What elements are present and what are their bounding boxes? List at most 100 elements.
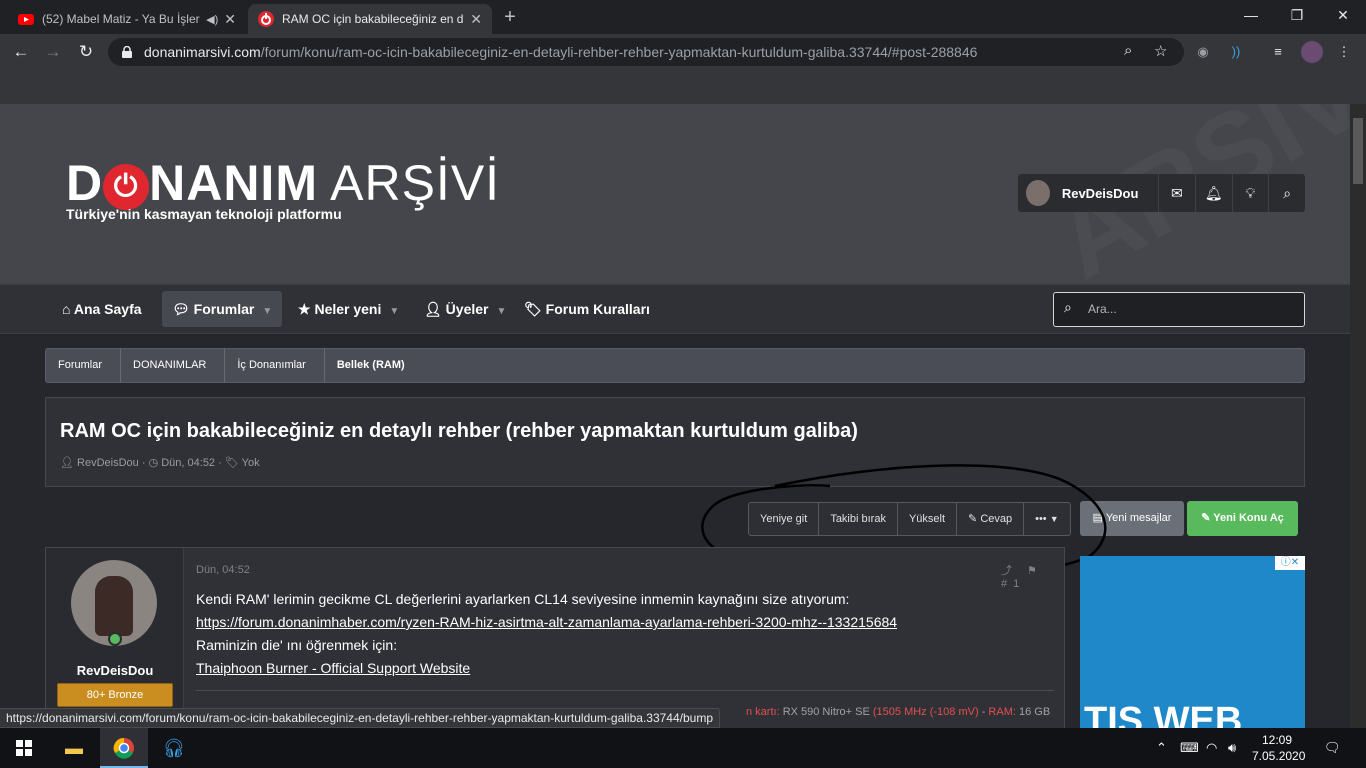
divider: [196, 690, 1054, 691]
windows-start-icon[interactable]: [0, 728, 48, 768]
envelope-icon[interactable]: ✉: [1158, 174, 1195, 212]
chevron-down-icon[interactable]: ▼: [496, 306, 506, 317]
lock-icon: [122, 46, 132, 58]
chevron-down-icon[interactable]: ▼: [389, 306, 399, 317]
nav-label: Neler yeni: [314, 301, 382, 317]
keyboard-icon[interactable]: ⌨: [1180, 728, 1199, 768]
nav-home[interactable]: ⌂ Ana Sayfa: [52, 291, 152, 327]
menu-dots-icon[interactable]: ⋮: [1334, 42, 1354, 62]
chrome-icon[interactable]: [100, 728, 148, 768]
new-topic-button[interactable]: ✎ Yeni Konu Aç: [1187, 501, 1298, 536]
post-date[interactable]: Dün, 04:52: [196, 564, 250, 576]
avatar[interactable]: [1026, 180, 1050, 206]
site-logo[interactable]: D ⏻ NANIM ARŞİVİ Türkiye'nin kasmayan tekn…: [66, 154, 500, 222]
user-menu: RevDeisDou ✉ 🔔︎ 💡︎ ⌕: [1018, 174, 1305, 212]
extension-wave-icon[interactable]: )): [1226, 42, 1246, 62]
online-indicator: [108, 632, 122, 646]
scrollbar-thumb[interactable]: [1353, 118, 1363, 184]
search-input[interactable]: Ara...: [1053, 292, 1305, 327]
clock-icon: ◷: [148, 457, 159, 469]
tab-active[interactable]: RAM OC için bakabileceğiniz en d ✕: [248, 4, 492, 34]
thread-date[interactable]: Dün, 04:52: [161, 457, 215, 469]
taskbar: ▬ 🎧︎ ⌃ ⌨ ◠ 🔊︎ 12:09 7.05.2020 🗨︎: [0, 728, 1366, 768]
user-icon: 👤︎: [60, 457, 74, 469]
post-link[interactable]: https://forum.donanimhaber.com/ryzen-RAM…: [196, 614, 897, 630]
user-icon: 👤︎: [424, 301, 446, 317]
nav-members[interactable]: 👤︎ Üyeler ▼: [414, 291, 516, 327]
forward-arrow-icon[interactable]: →: [42, 41, 64, 63]
power-icon: ⏻: [103, 164, 150, 210]
breadcrumb-item-current[interactable]: Bellek (RAM): [325, 349, 423, 382]
youtube-icon: [18, 14, 34, 25]
post-user-panel: RevDeisDou 80+ Bronze: [46, 548, 184, 728]
maximize-button[interactable]: ❐: [1274, 0, 1320, 30]
file-explorer-icon[interactable]: ▬: [50, 728, 98, 768]
search-icon[interactable]: ⌕: [1268, 174, 1305, 212]
ad-info-close-icon[interactable]: ⓘ✕: [1275, 556, 1305, 570]
audio-icon[interactable]: ◀): [206, 13, 218, 26]
media-control-icon[interactable]: ≡: [1268, 42, 1288, 62]
system-clock[interactable]: 12:09 7.05.2020: [1252, 732, 1306, 764]
profile-avatar[interactable]: [1301, 41, 1323, 63]
post-link[interactable]: Thaiphoon Burner - Official Support Webs…: [196, 660, 470, 676]
minimize-button-2[interactable]: —: [1228, 0, 1274, 30]
post-body: Kendi RAM' lerimin gecikme CL değerlerin…: [196, 588, 1056, 680]
nav-rules[interactable]: 🏷︎ Forum Kuralları: [514, 291, 660, 327]
bell-icon[interactable]: 🔔︎: [1194, 174, 1232, 212]
browser-tab-strip: (52) Mabel Matiz - Ya Bu İşler ◀) ✕ RAM …: [0, 0, 1366, 34]
scrollbar[interactable]: [1350, 104, 1366, 728]
nav-label: Forumlar: [193, 301, 255, 317]
chevron-up-icon[interactable]: ⌃: [1156, 728, 1167, 768]
site-header: ARŞİVİ D ⏻ NANIM ARŞİVİ Türkiye'nin kasmay…: [0, 104, 1350, 284]
thread-meta: 👤︎ RevDeisDou · ◷ Dün, 04:52 · 🏷︎ Yok: [60, 457, 260, 469]
thread-tags: Yok: [241, 457, 260, 469]
lightbulb-icon[interactable]: 💡︎: [1231, 174, 1269, 212]
tag-icon: 🏷︎: [524, 301, 546, 317]
post-text: Kendi RAM' lerimin gecikme CL değerlerin…: [196, 591, 850, 607]
home-icon: ⌂: [62, 301, 74, 317]
page-content: ARŞİVİ D ⏻ NANIM ARŞİVİ Türkiye'nin kasmay…: [0, 104, 1350, 728]
new-topic-label: Yeni Konu Aç: [1213, 512, 1284, 524]
logo-word: NANIM: [149, 155, 318, 211]
tab-close-icon[interactable]: ✕: [224, 11, 236, 28]
zoom-icon[interactable]: ⌕: [1124, 42, 1132, 59]
nav-whats-new[interactable]: ★ Neler yeni ▼: [288, 291, 409, 327]
search-icon: ⌕: [1064, 299, 1072, 315]
comments-icon: 💬︎: [172, 301, 194, 317]
wifi-icon[interactable]: ◠: [1206, 728, 1217, 768]
username[interactable]: RevDeisDou: [1062, 186, 1158, 201]
url-host: donanimarsivi.com: [144, 44, 261, 60]
post-author[interactable]: RevDeisDou: [46, 663, 184, 678]
advertisement[interactable]: ⓘ✕ TIS WEB: [1080, 556, 1305, 728]
thread-author[interactable]: RevDeisDou: [77, 457, 139, 469]
headset-app-icon[interactable]: 🎧︎: [150, 728, 198, 768]
post: RevDeisDou 80+ Bronze Dün, 04:52 ⤴ ⚑ #1 …: [45, 547, 1065, 728]
post-share-icons[interactable]: ⤴ ⚑ #1: [1001, 562, 1064, 590]
tags-icon: 🏷︎: [224, 457, 239, 469]
breadcrumb-item[interactable]: DONANIMLAR: [121, 349, 226, 382]
notifications-icon[interactable]: 🗨︎: [1324, 728, 1341, 768]
bookmark-bar: [0, 70, 1366, 104]
logo-letter: D: [66, 155, 104, 211]
reload-icon[interactable]: ↻: [75, 41, 97, 63]
breadcrumb: Forumlar DONANIMLAR İç Donanımlar Bellek…: [45, 348, 1305, 383]
close-window-button[interactable]: ✕: [1320, 0, 1366, 30]
site-favicon-icon: [258, 11, 274, 27]
address-bar[interactable]: donanimarsivi.com/forum/konu/ram-oc-icin…: [108, 38, 1184, 66]
back-arrow-icon[interactable]: ←: [10, 41, 32, 63]
bookmark-star-icon[interactable]: ☆: [1154, 42, 1167, 60]
extension-icon[interactable]: ◉: [1193, 42, 1213, 62]
post-text: Raminizin die' ını öğrenmek için:: [196, 637, 398, 653]
tab-youtube[interactable]: (52) Mabel Matiz - Ya Bu İşler ◀) ✕: [8, 4, 246, 34]
chevron-down-icon[interactable]: ▼: [262, 306, 272, 317]
nav-forums[interactable]: 💬︎ Forumlar ▼: [162, 291, 283, 327]
tab-close-icon[interactable]: ✕: [470, 11, 482, 28]
breadcrumb-item[interactable]: İç Donanımlar: [225, 349, 325, 382]
nav-label: Üyeler: [445, 301, 489, 317]
clock-date: 7.05.2020: [1252, 749, 1306, 763]
volume-icon[interactable]: 🔊︎: [1228, 728, 1236, 768]
page-title: RAM OC için bakabileceğiniz en detaylı r…: [60, 420, 858, 442]
new-tab-button[interactable]: +: [500, 6, 520, 29]
breadcrumb-item[interactable]: Forumlar: [46, 349, 122, 382]
clock-time: 12:09: [1261, 733, 1293, 747]
